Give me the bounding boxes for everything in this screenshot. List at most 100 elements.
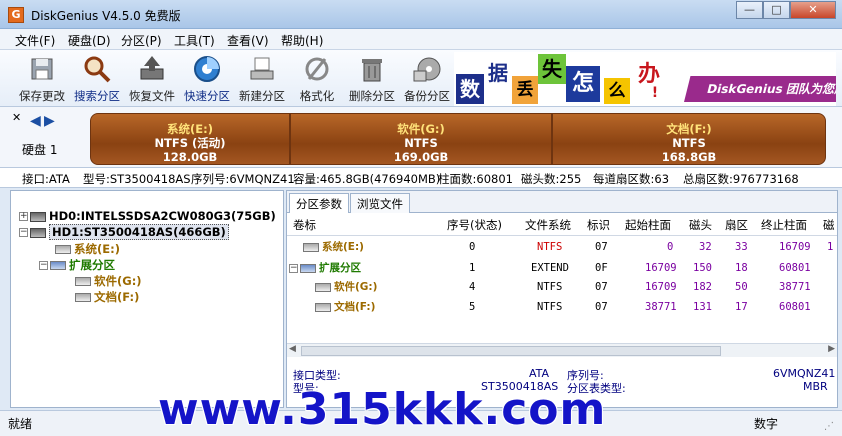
row-id: 0F [595,262,608,274]
delete-partition-button[interactable]: 删除分区 [345,53,399,105]
extended-partition-icon [300,263,316,273]
backup-partition-button[interactable]: 备份分区 [400,53,454,105]
header-divider [287,235,837,236]
disk-map: ✕ ◀ ▶ 硬盘 1 系统(E:) NTFS (活动) 128.0GB 软件(G… [0,107,842,167]
row-head: 182 [693,281,712,293]
prev-disk-icon[interactable]: ◀ [30,113,41,129]
detail-iface-value: ATA [529,367,550,380]
row-index: 5 [469,301,476,313]
menu-view[interactable]: 查看(V) [227,32,269,49]
partition-size: 128.0GB [162,150,218,164]
col-header-index[interactable]: 序号(状态) [447,217,502,233]
promo-banner[interactable]: 数 据 丢 失 怎 么 办 ! DiskGenius 团队为您服 [454,52,836,106]
partition-icon [55,245,71,254]
recover-icon [136,53,168,85]
col-header-id[interactable]: 标识 [587,217,610,233]
extended-partition-icon [50,261,66,270]
col-header-end-cyl[interactable]: 终止柱面 [761,217,807,233]
recover-files-button[interactable]: 恢复文件 [125,53,179,105]
expand-icon[interactable]: + [19,212,28,221]
close-button[interactable]: ✕ [790,1,836,19]
detail-serial-value: 6VMQNZ41 [773,367,836,380]
col-header-head[interactable]: 磁头 [689,217,712,233]
tree-item-extended[interactable]: − 扩展分区 [39,257,115,273]
format-icon [301,53,333,85]
partition-block-g[interactable]: 软件(G:) NTFS 169.0GB [290,113,552,165]
app-icon: G [8,7,24,23]
col-header-start-cyl[interactable]: 起始柱面 [625,217,671,233]
menu-file[interactable]: 文件(F) [15,32,55,49]
row-head: 150 [693,262,712,274]
menu-tools[interactable]: 工具(T) [174,32,215,49]
row-start-cyl: 16709 [645,262,677,274]
window-title: DiskGenius V4.5.0 免费版 [31,9,181,23]
row-sector: 33 [735,241,748,253]
col-header-sector[interactable]: 扇区 [725,217,748,233]
maximize-button[interactable]: □ [763,1,790,19]
banner-char: 丢 [512,76,538,104]
partition-size: 169.0GB [393,150,449,164]
info-total-sectors: 总扇区数:976773168 [683,172,799,186]
status-numlock: 数字 [754,417,779,431]
collapse-icon[interactable]: ✕ [12,111,21,124]
row-start-cyl: 0 [667,241,674,253]
partition-icon [75,293,91,302]
partition-fs: NTFS (活动) [154,136,226,150]
banner-text: DiskGenius 团队为您服 [684,76,836,102]
banner-char: 据 [484,58,512,88]
tab-partition-params[interactable]: 分区参数 [289,193,349,213]
tab-strip: 分区参数 浏览文件 [287,191,837,213]
row-label[interactable]: 文档(F:) [315,299,375,314]
new-partition-label: 新建分区 [239,89,285,103]
partition-block-f[interactable]: 文档(F:) NTFS 168.8GB [552,113,826,165]
format-button[interactable]: 格式化 [290,53,344,105]
partition-block-e[interactable]: 系统(E:) NTFS (活动) 128.0GB [90,113,290,165]
search-partition-button[interactable]: 搜索分区 [70,53,124,105]
disk-label: 硬盘 1 [22,143,58,157]
next-disk-icon[interactable]: ▶ [44,113,55,129]
scroll-thumb[interactable] [301,346,721,356]
partition-icon [303,242,319,252]
partition-name: 软件(G:) [397,122,445,136]
menu-bar: 文件(F) 硬盘(D) 分区(P) 工具(T) 查看(V) 帮助(H) [0,29,842,50]
collapse-icon[interactable]: − [19,228,28,237]
tab-browse-files[interactable]: 浏览文件 [350,193,410,213]
delete-icon [356,53,388,85]
menu-help[interactable]: 帮助(H) [281,32,323,49]
collapse-icon[interactable]: − [289,263,298,273]
info-cylinders: 柱面数:60801 [438,172,513,186]
scroll-right-icon[interactable]: ▶ [828,344,835,354]
quick-partition-label: 快速分区 [184,89,230,103]
disk-info-bar: 接口:ATA 型号:ST3500418AS 序列号:6VMQNZ41 容量:46… [0,167,842,188]
partition-icon [315,302,331,312]
col-header-label[interactable]: 卷标 [293,217,316,233]
col-header-more[interactable]: 磁 [823,217,835,233]
row-label[interactable]: 系统(E:) [303,239,364,254]
info-capacity: 容量:465.8GB(476940MB) [293,172,441,186]
col-header-fs[interactable]: 文件系统 [525,217,571,233]
info-interface: 接口:ATA [22,172,70,186]
partition-size: 168.8GB [661,150,717,164]
tree-item-hd1[interactable]: − HD1:ST3500418AS(466GB) [19,224,229,240]
partition-fs: NTFS [672,136,706,150]
menu-disk[interactable]: 硬盘(D) [68,32,111,49]
quick-partition-button[interactable]: 快速分区 [180,53,234,105]
resize-grip-icon[interactable]: ⋰ [824,421,834,432]
row-label[interactable]: 软件(G:) [315,279,377,294]
menu-partition[interactable]: 分区(P) [121,32,162,49]
tree-item-software-g[interactable]: 软件(G:) [75,273,142,289]
row-id: 07 [595,281,608,293]
scroll-left-icon[interactable]: ◀ [289,344,296,354]
save-changes-button[interactable]: 保存更改 [15,53,69,105]
minimize-button[interactable]: — [736,1,763,19]
tree-item-docs-f[interactable]: 文档(F:) [75,289,139,305]
row-label[interactable]: − 扩展分区 [289,260,361,275]
collapse-icon[interactable]: − [39,261,48,270]
row-fs: NTFS [537,241,563,253]
tree-item-system-e[interactable]: 系统(E:) [55,241,120,257]
row-sector: 50 [735,281,748,293]
partition-name: 系统(E:) [167,122,213,136]
tree-item-hd0[interactable]: + HD0:INTELSSDSA2CW080G3(75GB) [19,209,276,223]
horizontal-scrollbar[interactable]: ◀ ▶ [287,343,837,357]
new-partition-button[interactable]: 新建分区 [235,53,289,105]
